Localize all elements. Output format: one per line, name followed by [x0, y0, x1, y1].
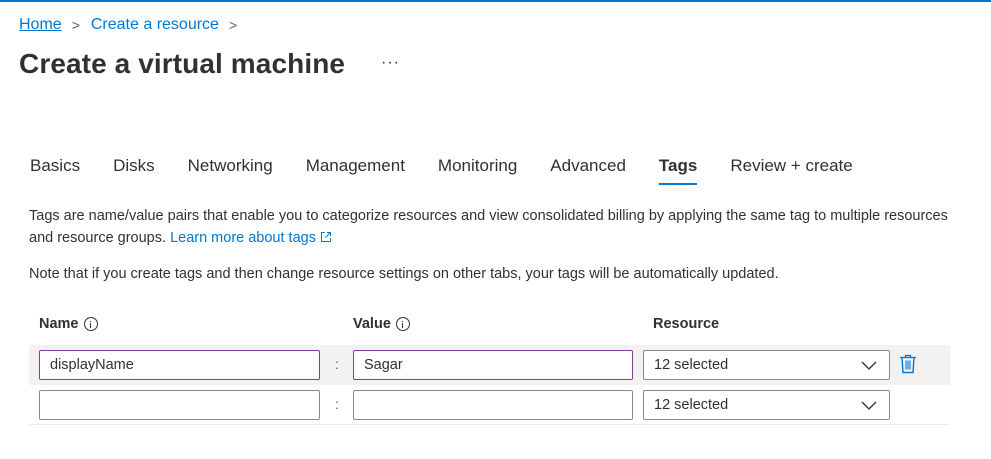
tab-monitoring[interactable]: Monitoring — [438, 155, 517, 185]
tab-review-create[interactable]: Review + create — [730, 155, 852, 185]
tab-networking[interactable]: Networking — [188, 155, 273, 185]
trash-icon[interactable] — [899, 354, 917, 374]
tag-separator: : — [335, 356, 339, 372]
tab-advanced[interactable]: Advanced — [550, 155, 626, 185]
tag-value-input[interactable]: Sagar — [353, 350, 633, 380]
tab-management[interactable]: Management — [306, 155, 405, 185]
learn-more-tags-link[interactable]: Learn more about tags — [170, 230, 332, 246]
column-header-resource-label: Resource — [653, 316, 720, 332]
resource-dropdown-value: 12 selected — [654, 357, 729, 373]
tag-name-input[interactable] — [39, 390, 320, 420]
external-link-icon — [320, 231, 331, 242]
info-icon[interactable] — [83, 317, 98, 331]
tags-description: Tags are name/value pairs that enable yo… — [29, 206, 959, 249]
tag-row: : 12 selected — [29, 385, 950, 425]
top-accent-line — [0, 0, 991, 2]
tag-value-input[interactable] — [353, 390, 633, 420]
breadcrumb-separator: > — [71, 17, 80, 33]
learn-more-tags-label: Learn more about tags — [170, 229, 316, 246]
breadcrumb-home[interactable]: Home — [19, 16, 62, 34]
page-title: Create a virtual machine — [19, 48, 346, 79]
tab-disks[interactable]: Disks — [113, 155, 155, 185]
tab-tags[interactable]: Tags — [658, 155, 698, 185]
tab-basics[interactable]: Basics — [30, 155, 80, 185]
tags-description-text: Tags are name/value pairs that enable yo… — [29, 208, 948, 246]
breadcrumb: Home > Create a resource > — [19, 14, 248, 36]
chevron-down-icon — [861, 361, 877, 370]
resource-dropdown[interactable]: 12 selected — [643, 350, 890, 380]
info-icon[interactable] — [395, 317, 410, 331]
column-header-resource: Resource — [653, 314, 719, 334]
wizard-tabs: Basics Disks Networking Management Monit… — [30, 155, 886, 187]
resource-dropdown-value: 12 selected — [654, 397, 729, 413]
column-header-name: Name — [39, 314, 98, 334]
column-header-value-label: Value — [353, 316, 391, 332]
more-options-button[interactable]: ··· — [381, 54, 400, 72]
breadcrumb-separator: > — [228, 17, 238, 33]
tags-note: Note that if you create tags and then ch… — [29, 266, 779, 282]
column-header-name-label: Name — [39, 316, 79, 332]
column-header-value: Value — [353, 314, 410, 334]
resource-dropdown[interactable]: 12 selected — [643, 390, 890, 420]
chevron-down-icon — [861, 401, 877, 410]
tag-separator: : — [335, 396, 339, 412]
tag-row: displayName : Sagar 12 selected — [29, 345, 950, 385]
breadcrumb-create-resource[interactable]: Create a resource — [91, 16, 219, 34]
tag-name-input[interactable]: displayName — [39, 350, 320, 380]
